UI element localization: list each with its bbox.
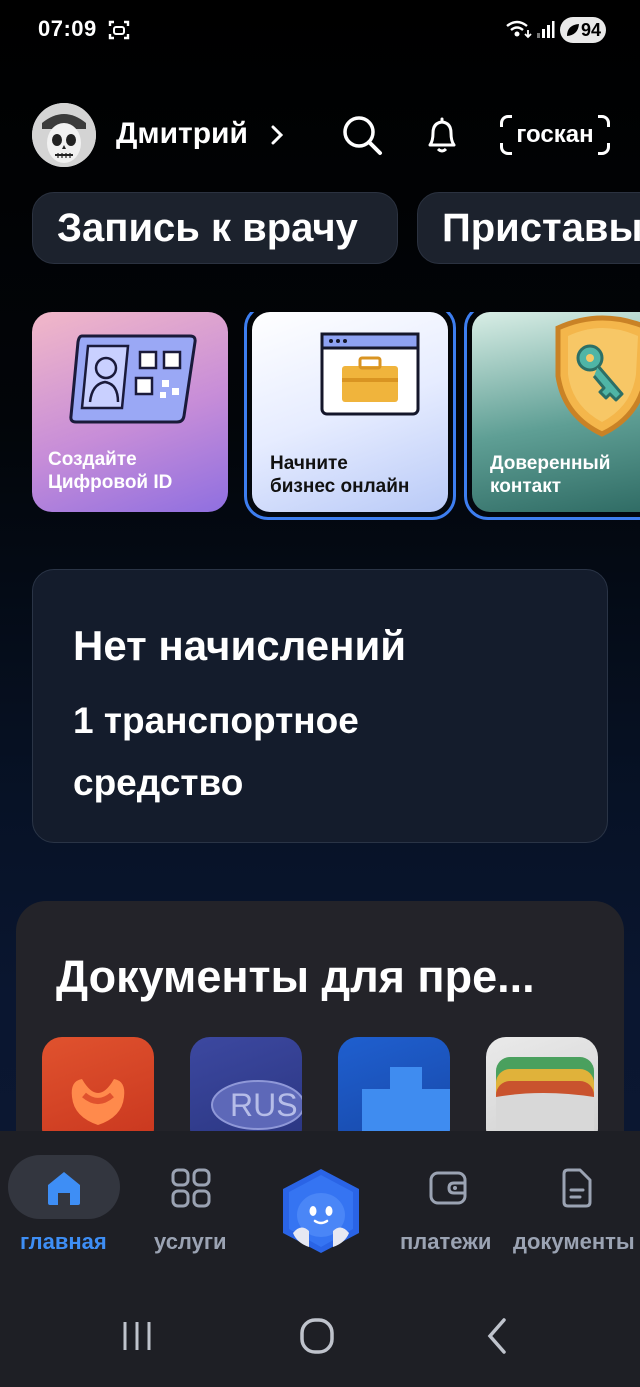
story-label-line: Начните bbox=[270, 453, 348, 474]
story-business-online[interactable]: Начните бизнес онлайн bbox=[244, 312, 456, 520]
wallet-icon bbox=[429, 1171, 467, 1205]
document-icon bbox=[562, 1168, 592, 1208]
goscan-button[interactable]: госкан bbox=[500, 115, 610, 155]
chip-label: Запись к врачу bbox=[57, 205, 358, 250]
chevron-right-icon[interactable] bbox=[268, 123, 286, 147]
tab-payments[interactable]: платежи bbox=[398, 1155, 498, 1255]
key-shield-icon bbox=[555, 315, 640, 437]
briefcase-window-icon bbox=[320, 332, 420, 416]
tab-label: услуги bbox=[154, 1229, 227, 1254]
tab-services[interactable]: услуги bbox=[150, 1155, 234, 1255]
chip-bailiffs[interactable]: Приставы bbox=[417, 192, 640, 264]
wifi-icon bbox=[506, 20, 532, 39]
home-button-icon[interactable] bbox=[292, 1316, 342, 1356]
status-bar: 07:09 94 bbox=[0, 0, 640, 60]
back-icon[interactable] bbox=[472, 1316, 522, 1356]
story-label-line: Цифровой ID bbox=[48, 472, 173, 493]
story-label-line: Создайте bbox=[48, 449, 137, 470]
documents-title[interactable]: Документы для пре... bbox=[56, 951, 535, 1003]
screenshot-icon bbox=[108, 20, 130, 40]
story-label: Создайте Цифровой ID bbox=[48, 448, 172, 494]
fines-subtitle: 1 транспортное средство bbox=[73, 700, 359, 803]
recent-apps-icon[interactable] bbox=[112, 1316, 162, 1356]
grid-icon bbox=[171, 1168, 211, 1208]
tab-home[interactable]: главная bbox=[8, 1155, 120, 1255]
tab-documents[interactable]: документы bbox=[512, 1155, 640, 1255]
quick-actions-row: Запись к врачу Приставы bbox=[32, 192, 640, 266]
battery-level: 94 bbox=[580, 19, 601, 40]
battery-indicator: 94 bbox=[560, 17, 606, 43]
story-inner: Начните бизнес онлайн bbox=[252, 312, 448, 512]
search-icon[interactable] bbox=[340, 113, 384, 157]
scan-corner bbox=[598, 115, 610, 127]
signal-icon bbox=[537, 21, 555, 38]
scan-corner bbox=[598, 143, 610, 155]
goscan-label: госкан bbox=[516, 121, 594, 148]
story-label: Доверенный контакт bbox=[490, 452, 610, 498]
robot-assistant-icon bbox=[283, 1169, 359, 1253]
story-label-line: контакт bbox=[490, 476, 562, 497]
scan-corner bbox=[500, 143, 512, 155]
rus-plate-text: RUS bbox=[230, 1087, 298, 1123]
story-inner: Доверенный контакт bbox=[472, 312, 640, 512]
fines-card[interactable]: Нет начислений 1 транспортное средство bbox=[32, 569, 608, 843]
story-label-line: бизнес онлайн bbox=[270, 476, 410, 497]
story-digital-id[interactable]: Создайте Цифровой ID bbox=[32, 312, 228, 512]
chip-doctor-appointment[interactable]: Запись к врачу bbox=[32, 192, 398, 264]
chip-label: Приставы bbox=[442, 205, 640, 250]
home-icon bbox=[48, 1172, 80, 1205]
avatar[interactable] bbox=[32, 103, 96, 167]
tab-label: документы bbox=[513, 1229, 635, 1254]
story-trusted-contact[interactable]: Доверенный контакт bbox=[464, 312, 640, 520]
bell-icon[interactable] bbox=[422, 115, 462, 155]
system-navigation-bar bbox=[0, 1290, 640, 1387]
tab-label: главная bbox=[20, 1229, 107, 1254]
digital-id-card-icon bbox=[69, 334, 197, 424]
story-label-line: Доверенный bbox=[490, 453, 611, 474]
story-label: Начните бизнес онлайн bbox=[270, 452, 409, 498]
skull-avatar-icon bbox=[32, 103, 96, 167]
stories-row: Создайте Цифровой ID Начните бизнес онла… bbox=[32, 312, 640, 522]
documents-section: Документы для пре... RUS bbox=[16, 901, 624, 1161]
user-name[interactable]: Дмитрий bbox=[116, 117, 248, 151]
power-saving-leaf-icon bbox=[567, 24, 579, 36]
assistant-button[interactable] bbox=[279, 1167, 363, 1255]
scan-corner bbox=[500, 115, 512, 127]
fines-title: Нет начислений bbox=[73, 622, 407, 669]
tab-label: платежи bbox=[400, 1229, 492, 1254]
app-header: Дмитрий госкан bbox=[0, 95, 640, 175]
status-time: 07:09 bbox=[38, 16, 97, 41]
